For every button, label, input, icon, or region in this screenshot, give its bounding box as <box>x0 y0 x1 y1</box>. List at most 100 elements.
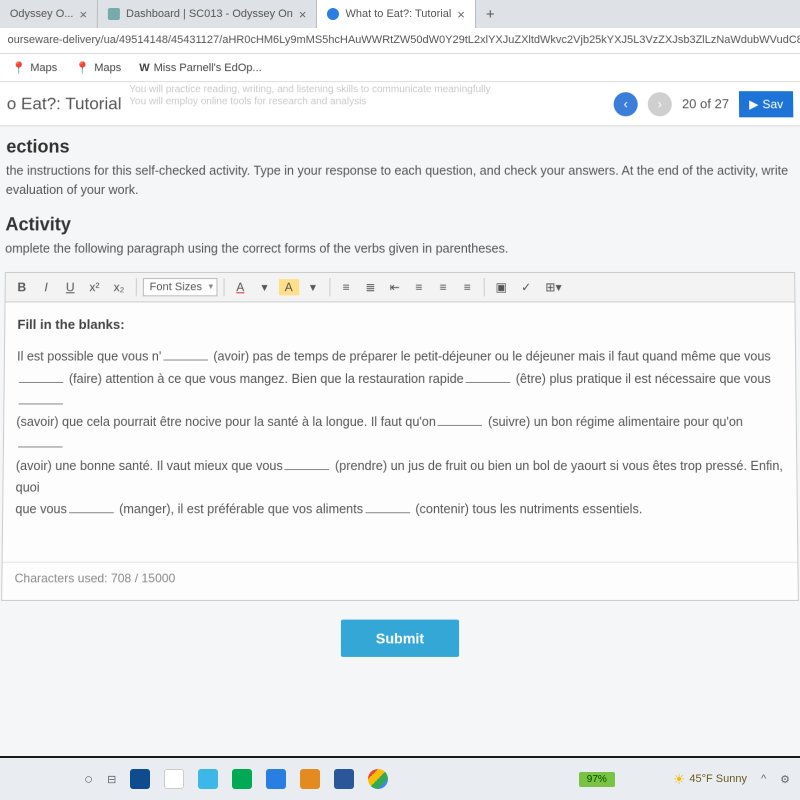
blank-input[interactable] <box>18 435 63 447</box>
tab-favicon <box>327 8 339 20</box>
blank-input[interactable] <box>19 392 64 404</box>
tab-label: What to Eat?: Tutorial <box>345 8 451 20</box>
directions-heading: ections <box>6 136 794 157</box>
subscript-button[interactable]: x₂ <box>108 277 129 297</box>
bookmark-edop[interactable]: W Miss Parnell's EdOp... <box>139 62 262 74</box>
taskbar-app-icon[interactable] <box>130 769 150 789</box>
taskbar-app-icon[interactable] <box>164 769 184 789</box>
save-icon: ▶ <box>749 97 758 111</box>
browser-tab-strip: Odyssey O...× Dashboard | SC013 - Odysse… <box>0 0 800 28</box>
sun-icon: ☀ <box>673 771 686 788</box>
editor-toolbar: B I U x² x₂ Font Sizes A▾ A▾ ≡ ≣ ⇤ ≡ ≡ ≡… <box>5 272 796 302</box>
character-counter: Characters used: 708 / 15000 <box>2 562 797 586</box>
task-view-icon[interactable]: ⊟ <box>107 773 116 786</box>
blank-input[interactable] <box>163 349 208 361</box>
text: (manger), il est préférable que vos alim… <box>119 502 363 516</box>
taskbar-app-icon[interactable] <box>300 769 320 789</box>
ghost-line: You will practice reading, writing, and … <box>129 84 490 96</box>
w-icon: W <box>139 62 150 74</box>
font-size-select[interactable]: Font Sizes <box>142 278 217 296</box>
new-tab-button[interactable]: + <box>476 0 505 28</box>
tab-label: Dashboard | SC013 - Odyssey On <box>126 8 293 20</box>
separator <box>223 278 224 296</box>
tray-icon[interactable]: ⚙ <box>780 773 790 786</box>
align-left-button[interactable]: ≡ <box>409 277 429 297</box>
tab-2-active[interactable]: What to Eat?: Tutorial × <box>317 0 476 28</box>
bold-button[interactable]: B <box>12 277 32 297</box>
ghost-text: You will practice reading, writing, and … <box>129 84 491 108</box>
text: (suivre) un bon régime alimentaire pour … <box>488 415 743 429</box>
text-line: the instructions for this self-checked a… <box>6 164 788 178</box>
separator <box>483 278 484 296</box>
close-icon[interactable]: × <box>79 6 87 21</box>
map-pin-icon: 📍 <box>75 61 90 75</box>
text: (avoir) une bonne santé. Il vaut mieux q… <box>16 458 283 472</box>
text: (faire) attention à ce que vous mangez. … <box>69 371 464 385</box>
text: Il est possible que vous n' <box>17 350 161 364</box>
taskbar-app-icon[interactable] <box>232 769 252 789</box>
italic-button[interactable]: I <box>36 277 56 297</box>
blank-input[interactable] <box>365 501 410 513</box>
align-right-button[interactable]: ≡ <box>457 277 477 297</box>
next-button[interactable]: › <box>648 92 672 116</box>
tab-1[interactable]: Dashboard | SC013 - Odyssey On × <box>98 0 318 28</box>
tray-chevron-icon[interactable]: ^ <box>761 773 766 785</box>
ghost-line: You will employ online tools for researc… <box>129 96 491 108</box>
save-label: Sav <box>762 97 783 111</box>
bookmark-label: Miss Parnell's EdOp... <box>154 62 262 74</box>
close-icon[interactable]: × <box>457 6 465 21</box>
rich-text-editor[interactable]: Fill in the blanks: Il est possible que … <box>1 303 799 602</box>
check-button[interactable]: ✓ <box>516 277 536 297</box>
close-icon[interactable]: × <box>299 6 307 21</box>
windows-taskbar: ○ ⊟ 97% ☀45°F Sunny ^ ⚙ <box>0 758 800 800</box>
bookmarks-bar: 📍Maps 📍Maps WMiss Parnell's EdOp... <box>0 54 800 82</box>
number-list-button[interactable]: ≣ <box>360 277 380 297</box>
weather-widget[interactable]: ☀45°F Sunny <box>673 771 747 788</box>
highlight-button[interactable]: A <box>279 279 299 295</box>
editor-title: Fill in the blanks: <box>17 317 782 332</box>
address-bar[interactable]: ourseware-delivery/ua/49514148/45431127/… <box>0 28 800 54</box>
page-header: o Eat?: Tutorial You will practice readi… <box>0 82 800 126</box>
blank-input[interactable] <box>19 370 64 382</box>
tab-favicon <box>108 8 120 20</box>
taskbar-app-icon[interactable] <box>198 769 218 789</box>
superscript-button[interactable]: x² <box>84 277 104 297</box>
battery-indicator[interactable]: 97% <box>579 772 615 787</box>
text: (savoir) que cela pourrait être nocive p… <box>16 415 436 429</box>
align-center-button[interactable]: ≡ <box>433 277 453 297</box>
image-button[interactable]: ▣ <box>490 277 512 297</box>
text: (contenir) tous les nutriments essentiel… <box>415 502 642 516</box>
taskbar-app-icon[interactable] <box>266 769 286 789</box>
submit-button[interactable]: Submit <box>341 620 459 657</box>
text-line: evaluation of your work. <box>6 183 139 197</box>
main-content: ections the instructions for this self-c… <box>0 126 800 667</box>
page-counter: 20 of 27 <box>682 96 729 111</box>
blank-input[interactable] <box>285 457 330 469</box>
bullet-list-button[interactable]: ≡ <box>336 277 356 297</box>
dropdown-icon[interactable]: ▾ <box>254 277 274 297</box>
chrome-icon[interactable] <box>368 769 388 789</box>
save-button[interactable]: ▶ Sav <box>739 91 793 117</box>
outdent-button[interactable]: ⇤ <box>385 277 405 297</box>
tab-0[interactable]: Odyssey O...× <box>0 0 98 28</box>
dropdown-icon[interactable]: ▾ <box>303 277 323 297</box>
underline-button[interactable]: U <box>60 277 80 297</box>
search-icon[interactable]: ○ <box>84 771 93 788</box>
blank-input[interactable] <box>466 370 511 382</box>
bookmark-label: Maps <box>94 62 121 74</box>
table-button[interactable]: ⊞▾ <box>540 277 566 297</box>
text: (avoir) pas de temps de préparer le peti… <box>213 350 771 364</box>
blank-input[interactable] <box>438 414 483 426</box>
activity-heading: Activity <box>5 214 794 235</box>
directions-text: the instructions for this self-checked a… <box>6 162 795 200</box>
text: que vous <box>15 502 67 516</box>
blank-input[interactable] <box>69 501 114 513</box>
text-color-button[interactable]: A <box>230 277 250 297</box>
bookmark-maps-1[interactable]: 📍Maps <box>11 61 57 75</box>
map-pin-icon: 📍 <box>11 61 26 75</box>
prev-button[interactable]: ‹ <box>614 92 638 116</box>
taskbar-app-icon[interactable] <box>334 769 354 789</box>
bookmark-maps-2[interactable]: 📍 Maps <box>75 61 121 75</box>
separator <box>329 278 330 296</box>
weather-text: 45°F Sunny <box>689 773 747 785</box>
